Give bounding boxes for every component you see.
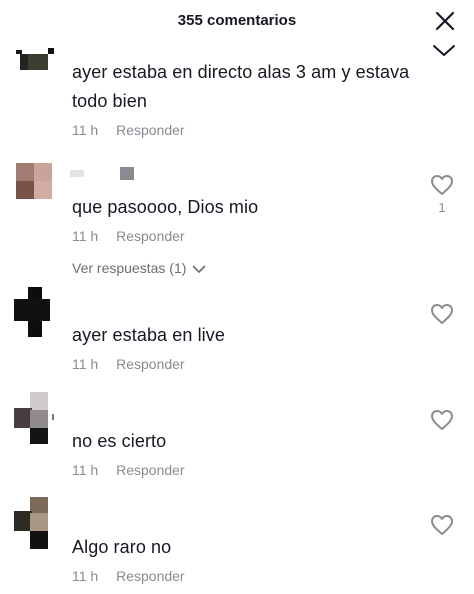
comment-meta: 11 h Responder <box>72 568 185 584</box>
chevron-down-icon[interactable] <box>432 44 456 58</box>
reply-button[interactable]: Responder <box>116 462 185 478</box>
comments-header: 355 comentarios <box>0 0 474 40</box>
like-button[interactable] <box>430 303 454 325</box>
like-count: 1 <box>438 200 446 215</box>
comment-meta: 11 h Responder <box>72 122 185 138</box>
comments-count-title: 355 comentarios <box>177 12 297 29</box>
like-button[interactable] <box>430 174 454 196</box>
avatar[interactable] <box>14 44 54 78</box>
comment-meta: 11 h Responder <box>72 356 185 372</box>
reply-button[interactable]: Responder <box>116 228 185 244</box>
like-button[interactable] <box>430 514 454 536</box>
heart-icon <box>431 175 453 195</box>
comment-text: ayer estaba en live <box>72 325 225 345</box>
comment-text: ayer estaba en directo alas 3 am y estav… <box>72 62 410 111</box>
heart-icon <box>431 515 453 535</box>
comment-time: 11 h <box>72 462 99 478</box>
comment-time: 11 h <box>72 122 99 138</box>
comment-time: 11 h <box>72 568 99 584</box>
avatar[interactable] <box>14 163 54 199</box>
comment-text: Algo raro no <box>72 537 172 557</box>
reply-button[interactable]: Responder <box>116 568 185 584</box>
view-replies-label: Ver respuestas (1) <box>72 260 187 276</box>
heart-icon <box>431 304 453 324</box>
comment-text: no es cierto <box>72 431 167 451</box>
comment-meta: 11 h Responder <box>72 228 185 244</box>
comment-text: que pasoooo, Dios mio <box>72 197 259 217</box>
reply-button[interactable]: Responder <box>116 122 185 138</box>
username-redacted[interactable] <box>70 167 140 181</box>
view-replies-button[interactable]: Ver respuestas (1) <box>72 260 206 276</box>
reply-button[interactable]: Responder <box>116 356 185 372</box>
comment-time: 11 h <box>72 356 99 372</box>
avatar[interactable] <box>14 392 54 444</box>
close-icon <box>435 11 455 31</box>
comment-meta: 11 h Responder <box>72 462 185 478</box>
like-button[interactable] <box>430 409 454 431</box>
heart-icon <box>431 410 453 430</box>
close-button[interactable] <box>434 10 456 32</box>
chevron-down-icon <box>192 265 206 273</box>
avatar[interactable] <box>14 287 54 337</box>
avatar[interactable] <box>14 497 54 549</box>
comment-time: 11 h <box>72 228 99 244</box>
